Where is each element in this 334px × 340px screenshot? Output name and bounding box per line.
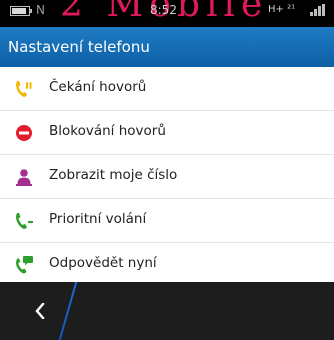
list-item-label: Prioritní volání <box>49 211 147 227</box>
call-waiting-icon <box>14 79 34 99</box>
notification-n-indicator: N <box>36 3 45 17</box>
list-item-priority-call[interactable]: Prioritní volání <box>0 199 334 243</box>
list-item-label: Odpovědět nyní <box>49 255 157 271</box>
list-item-label: Zobrazit moje číslo <box>49 167 178 183</box>
page-title: Nastavení telefonu <box>8 38 150 56</box>
reply-now-icon <box>14 255 34 275</box>
list-item-label: Čekání hovorů <box>49 79 147 95</box>
chevron-left-icon <box>35 303 45 319</box>
list-item-call-waiting[interactable]: Čekání hovorů <box>0 67 334 111</box>
action-bar <box>0 282 334 340</box>
back-button[interactable] <box>0 282 68 340</box>
phone-settings-screen: 2 Mobile N 8:52 H+ ²¹ Nastavení telefonu… <box>0 0 334 340</box>
list-item-show-my-number[interactable]: Zobrazit moje číslo <box>0 155 334 199</box>
list-item-call-blocking[interactable]: Blokování hovorů <box>0 111 334 155</box>
list-item-label: Blokování hovorů <box>49 123 166 139</box>
caller-id-icon <box>14 167 34 187</box>
battery-icon <box>10 6 32 16</box>
priority-call-icon <box>14 211 34 231</box>
settings-list: Čekání hovorů Blokování hovorů Zobrazit … <box>0 67 334 287</box>
title-bar: Nastavení telefonu <box>0 27 334 67</box>
status-bar: 2 Mobile N 8:52 H+ ²¹ <box>0 0 334 27</box>
network-type-label: H+ ²¹ <box>268 4 296 15</box>
status-time: 8:52 <box>150 3 177 17</box>
list-item-reply-now[interactable]: Odpovědět nyní <box>0 243 334 287</box>
block-icon <box>14 123 34 143</box>
